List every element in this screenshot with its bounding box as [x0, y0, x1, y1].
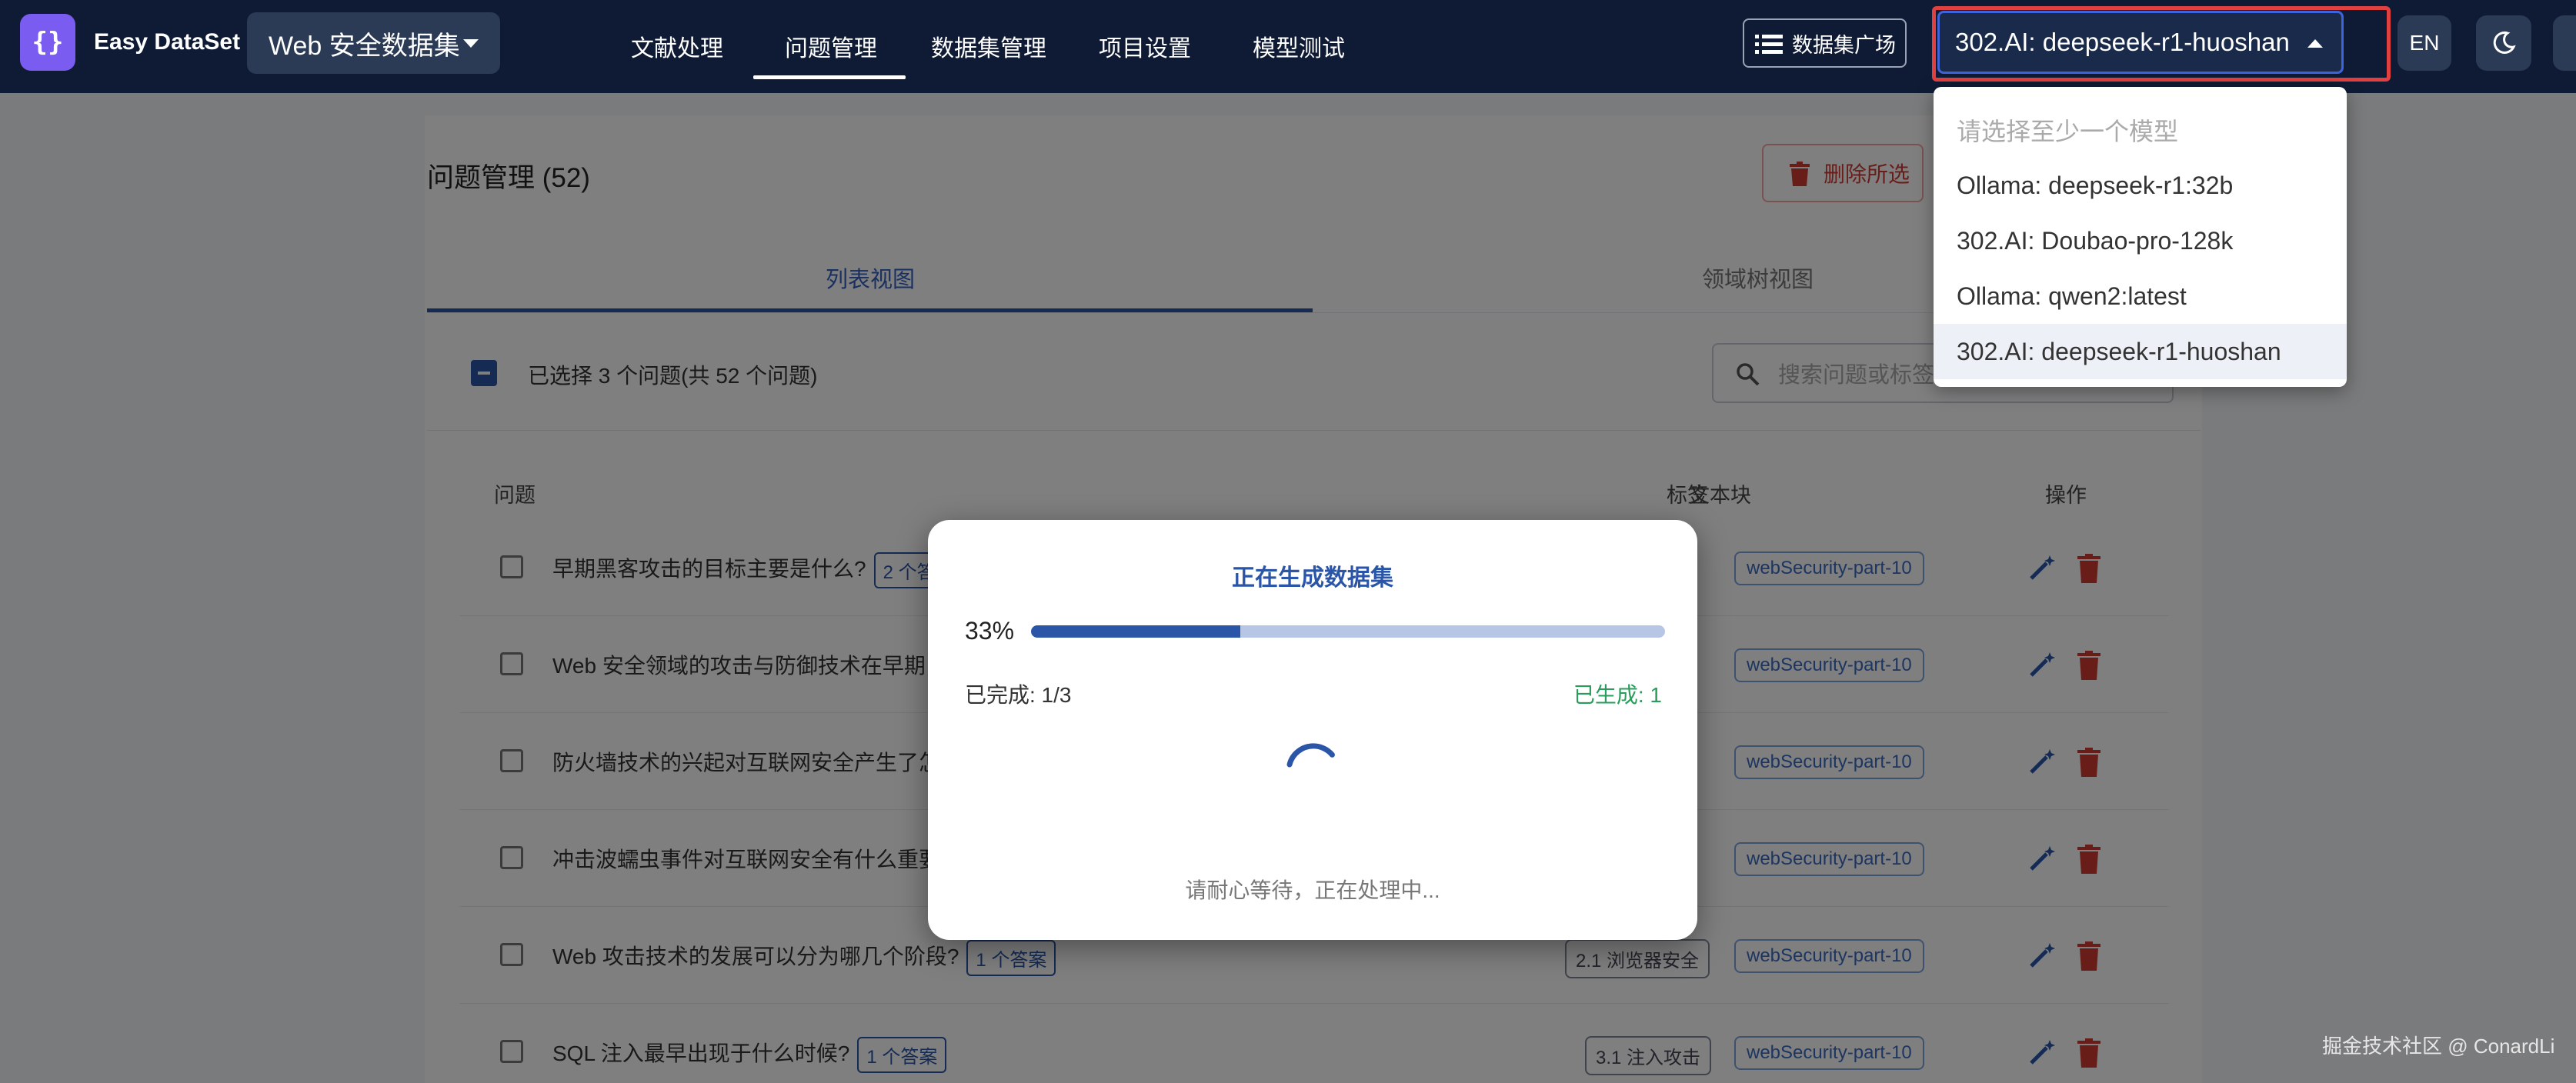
loading-spinner-icon — [1286, 743, 1340, 768]
moon-icon — [2493, 31, 2516, 54]
app-logo: {} — [20, 14, 75, 71]
theme-toggle-button[interactable] — [2476, 15, 2531, 71]
nav-project-settings[interactable]: 项目设置 — [1099, 29, 1191, 63]
dialog-title: 正在生成数据集 — [1232, 565, 1393, 591]
nav-literature[interactable]: 文献处理 — [631, 29, 723, 63]
watermark: 掘金技术社区 @ ConardLi — [2322, 1035, 2555, 1058]
nav-questions[interactable]: 问题管理 — [785, 29, 877, 63]
model-option-selected[interactable]: 302.AI: deepseek-r1-huoshan — [1934, 324, 2347, 379]
list-icon — [1755, 35, 1783, 54]
dataset-plaza-button[interactable]: 数据集广场 — [1743, 18, 1907, 68]
generated-count: 已生成: 1 — [1573, 683, 1662, 707]
chevron-up-icon — [2307, 39, 2323, 48]
top-navigation-bar: {} Easy DataSet Web 安全数据集 文献处理 问题管理 数据集管… — [0, 0, 2576, 93]
active-nav-indicator — [753, 75, 906, 79]
progress-bar — [1031, 625, 1665, 638]
model-select[interactable]: 302.AI: deepseek-r1-huoshan — [1937, 11, 2344, 74]
progress-dialog: 正在生成数据集 33% 已完成: 1/3 已生成: 1 请耐心等待，正在处理中.… — [928, 520, 1697, 940]
user-menu-button[interactable] — [2553, 15, 2576, 71]
model-dropdown-menu: 请选择至少一个模型 Ollama: deepseek-r1:32b 302.AI… — [1934, 87, 2347, 387]
model-select-value: 302.AI: deepseek-r1-huoshan — [1955, 28, 2290, 56]
progress-bar-fill — [1031, 625, 1240, 638]
model-option-placeholder: 请选择至少一个模型 — [1957, 118, 2179, 145]
model-option[interactable]: Ollama: deepseek-r1:32b — [1934, 158, 2347, 213]
project-select[interactable]: Web 安全数据集 — [247, 12, 500, 74]
nav-model-test[interactable]: 模型测试 — [1253, 29, 1345, 63]
app-name: Easy DataSet — [94, 29, 241, 55]
language-toggle-button[interactable]: EN — [2397, 15, 2451, 71]
progress-percent: 33% — [965, 617, 1015, 645]
dataset-plaza-label: 数据集广场 — [1792, 33, 1896, 57]
chevron-down-icon — [463, 39, 479, 48]
model-option[interactable]: 302.AI: Doubao-pro-128k — [1934, 213, 2347, 268]
model-option[interactable]: Ollama: qwen2:latest — [1934, 268, 2347, 324]
project-select-value: Web 安全数据集 — [269, 31, 460, 61]
nav-datasets[interactable]: 数据集管理 — [931, 29, 1046, 63]
completed-count: 已完成: 1/3 — [965, 683, 1072, 707]
waiting-message: 请耐心等待，正在处理中... — [1185, 878, 1440, 902]
